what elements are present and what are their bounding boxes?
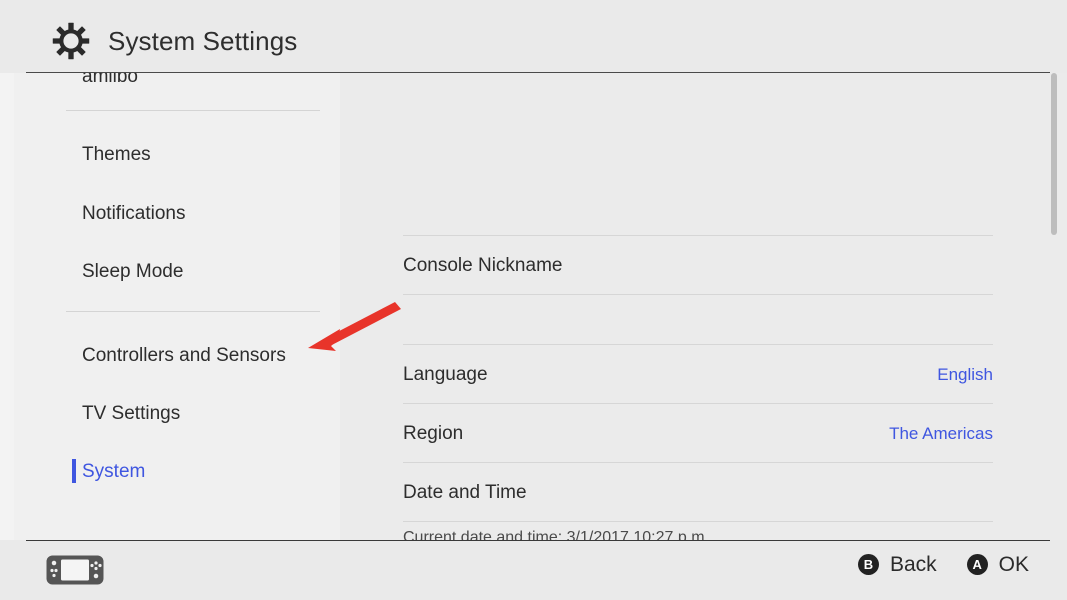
sidebar-item-tv-settings[interactable]: TV Settings [14, 393, 340, 433]
sidebar-item-system[interactable]: System [14, 451, 340, 491]
header-divider [26, 72, 1050, 73]
sidebar-item-label: Notifications [82, 202, 186, 224]
selection-indicator-bar [72, 459, 76, 483]
sidebar-divider [66, 311, 320, 312]
sidebar-item-label: Sleep Mode [82, 260, 184, 282]
sidebar-item-label: System [82, 460, 146, 482]
setting-label: Date and Time [403, 482, 527, 503]
setting-row-language[interactable]: Language English [403, 345, 993, 404]
setting-value: English [937, 365, 993, 384]
current-date-time-text: Current date and time: 3/1/2017 10:27 p.… [403, 529, 709, 541]
system-settings-panel: Console Nickname Language English Region… [340, 0, 1067, 540]
vertical-scrollbar[interactable] [1050, 73, 1058, 540]
ok-button[interactable]: A OK [966, 553, 1029, 576]
a-button-badge-icon: A [966, 554, 988, 575]
sidebar-item-themes[interactable]: Themes [14, 134, 340, 174]
sidebar-item-notifications[interactable]: Notifications [14, 193, 340, 233]
footer-divider [26, 540, 1050, 541]
ok-button-label: OK [998, 553, 1029, 576]
sidebar-divider [66, 110, 320, 111]
page-title: System Settings [108, 26, 298, 56]
setting-label: Console Nickname [403, 255, 563, 276]
back-button-label: Back [889, 553, 937, 576]
system-settings-screen: amiibo Themes Notifications Sleep Mode C… [0, 0, 1067, 600]
left-edge-strip [0, 0, 14, 540]
header-content: System Settings [52, 22, 297, 60]
switch-console-icon [46, 555, 104, 585]
sidebar-item-label: Controllers and Sensors [82, 344, 286, 366]
setting-value: The Americas [889, 424, 993, 443]
b-button-badge-icon: B [857, 554, 879, 575]
back-button[interactable]: B Back [857, 553, 937, 576]
scrollbar-thumb[interactable] [1051, 73, 1057, 235]
sidebar-item-sleep-mode[interactable]: Sleep Mode [14, 251, 340, 291]
setting-row-region[interactable]: Region The Americas [403, 404, 993, 463]
sidebar-item-label: Themes [82, 143, 151, 165]
setting-label: Region [403, 423, 464, 444]
setting-label: Language [403, 364, 488, 385]
gear-icon [52, 22, 90, 60]
sidebar-item-controllers-and-sensors[interactable]: Controllers and Sensors [14, 335, 340, 375]
footer-button-hints: B Back A OK [857, 553, 1029, 576]
setting-row-date-and-time[interactable]: Date and Time [403, 463, 993, 522]
setting-row-console-nickname[interactable]: Console Nickname [403, 236, 993, 295]
app-header: System Settings [0, 0, 1067, 73]
content-area: amiibo Themes Notifications Sleep Mode C… [0, 0, 1067, 540]
sidebar-item-label: TV Settings [82, 402, 181, 424]
settings-sidebar: amiibo Themes Notifications Sleep Mode C… [14, 0, 340, 540]
